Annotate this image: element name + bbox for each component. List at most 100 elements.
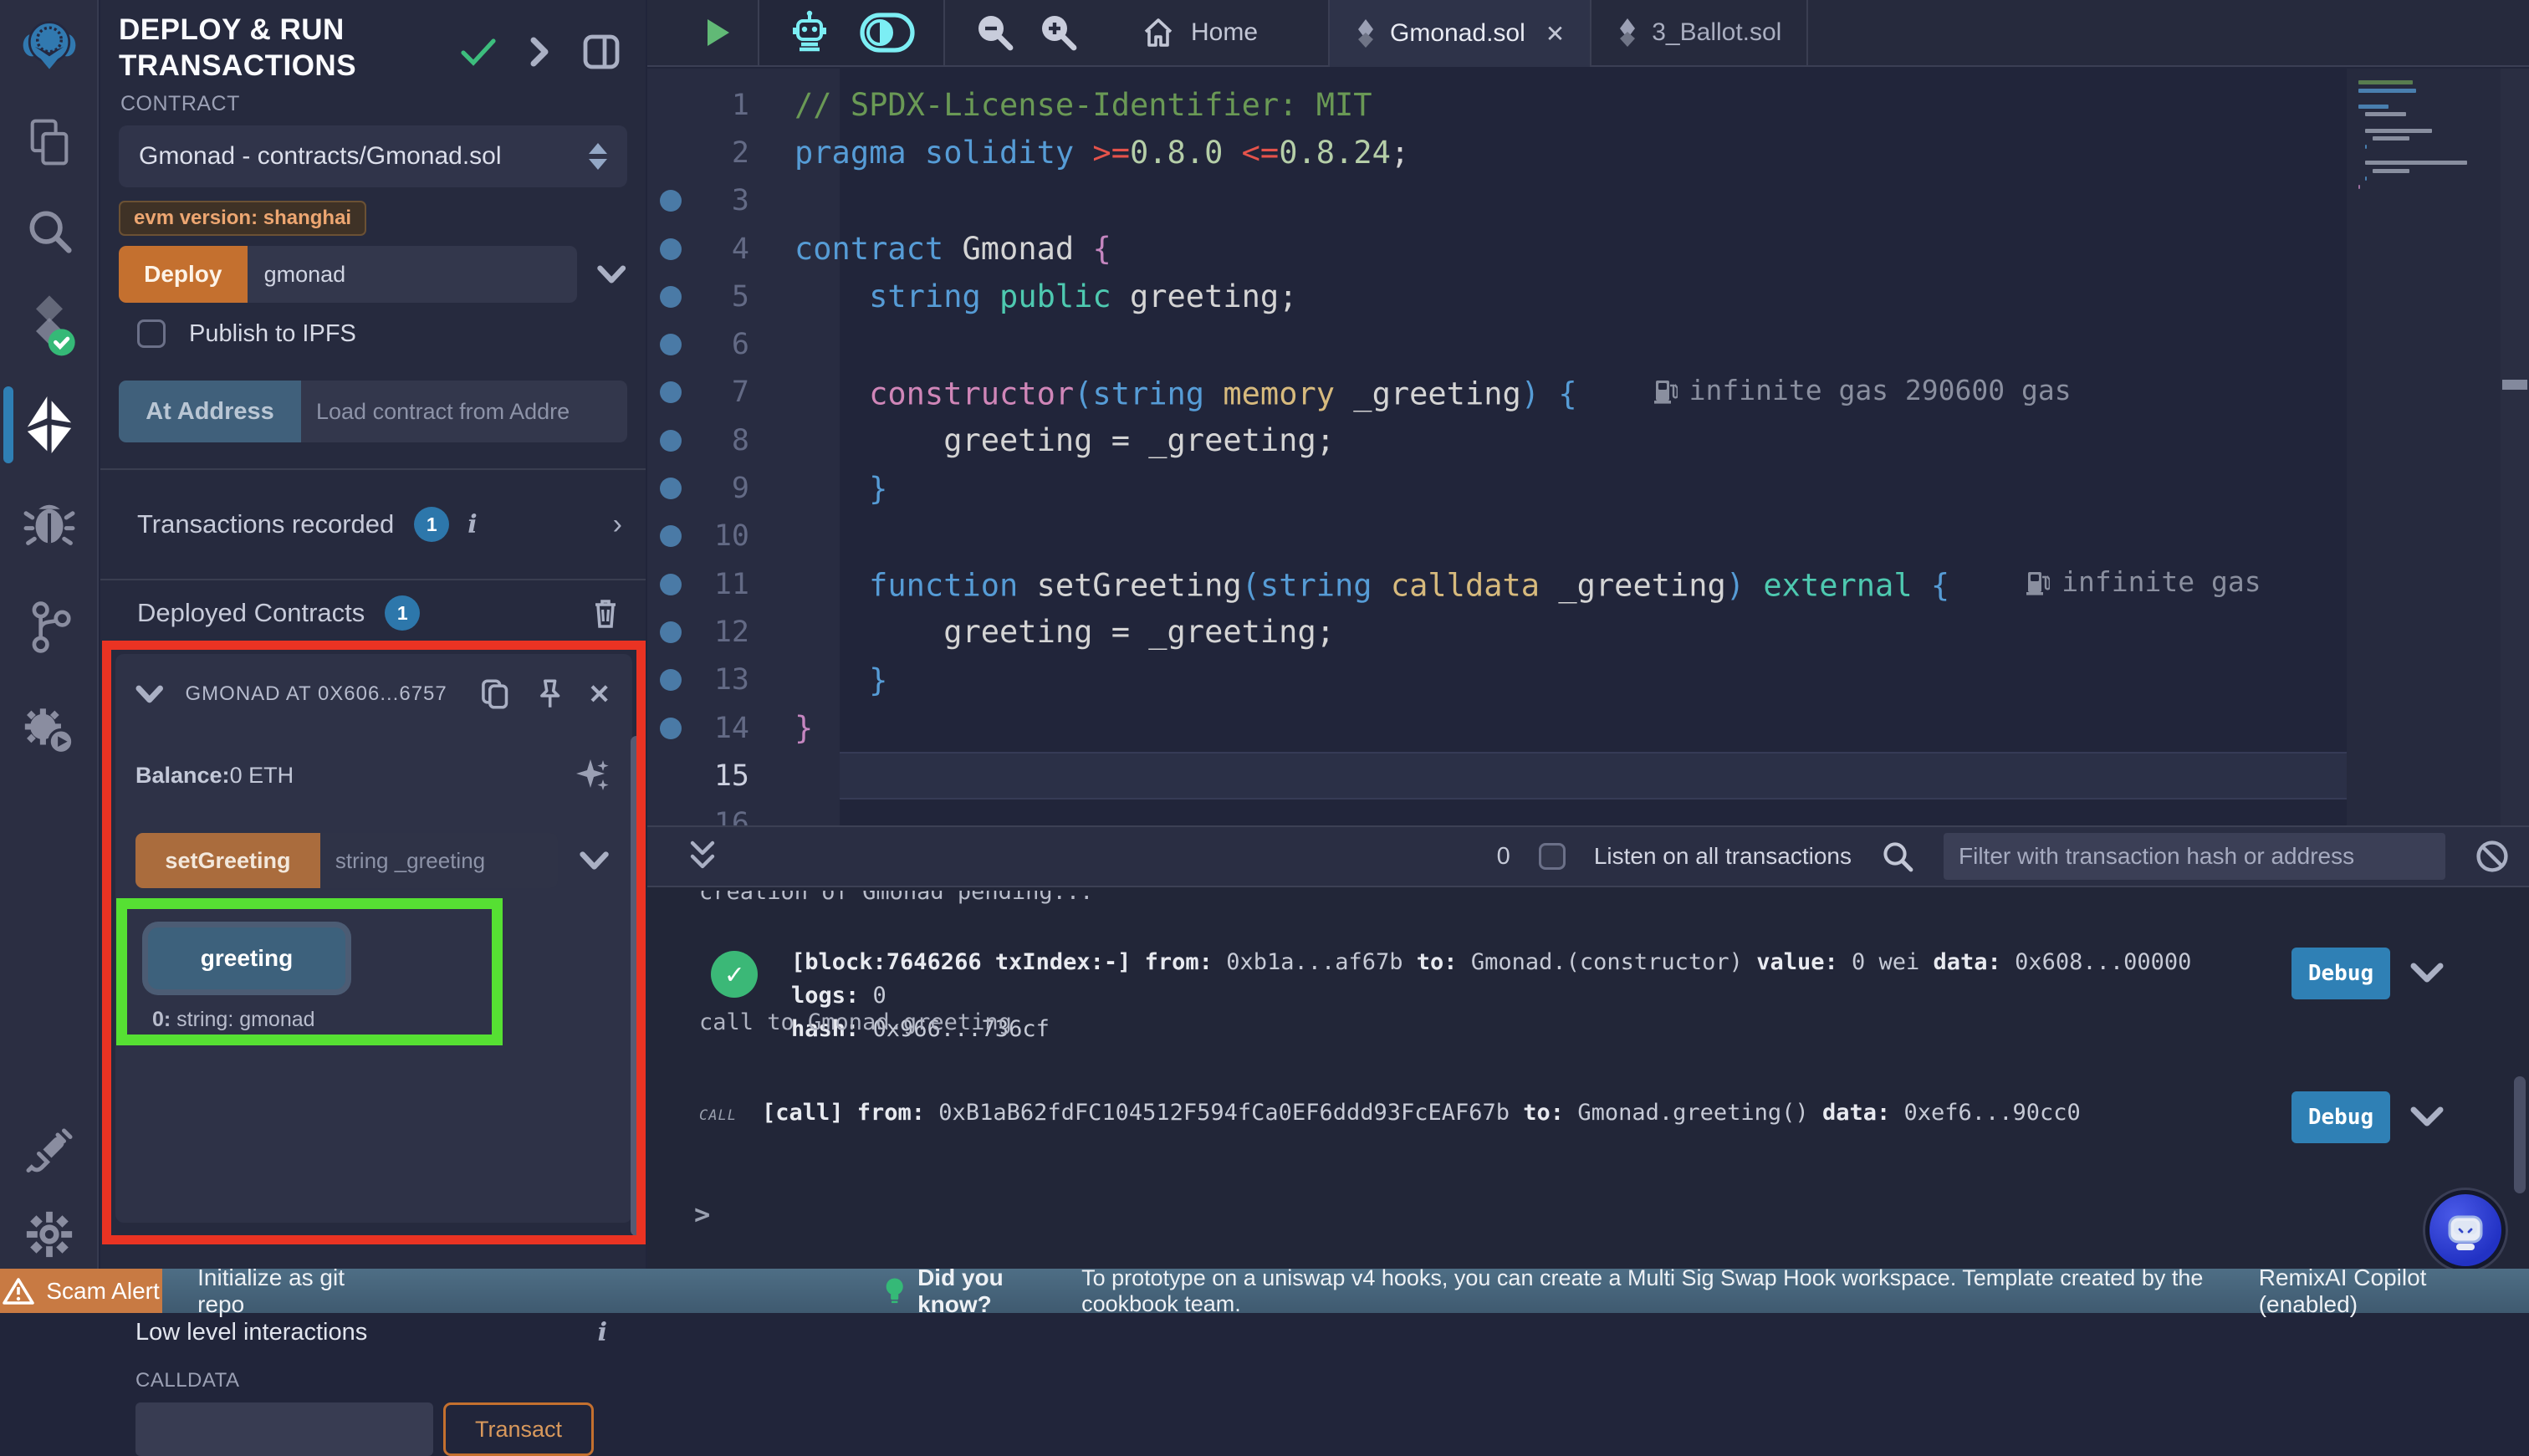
sidebar-item-file-explorer[interactable] (0, 107, 99, 177)
call-log-entry: CALL [call] from: 0xB1aB62fdFC104512F594… (699, 1096, 2081, 1130)
tab-gmonad-sol[interactable]: Gmonad.sol ✕ (1328, 0, 1591, 67)
close-tab-icon[interactable]: ✕ (1546, 20, 1565, 48)
gutter-dot-icon[interactable] (660, 190, 682, 212)
terminal-toolbar: 0 Listen on all transactions (647, 825, 2529, 887)
sidebar-item-plugin-connector[interactable] (0, 1114, 99, 1189)
gutter-dot-icon[interactable] (660, 478, 682, 499)
expand-log-chevron-icon[interactable] (2409, 961, 2445, 984)
code-line: 12 greeting = _greeting; (647, 608, 2529, 656)
git-branch-icon (23, 598, 75, 656)
low-level-info-icon[interactable]: i (598, 1318, 607, 1347)
editor-tab-bar: Home Gmonad.sol ✕ 3_Ballot.sol (647, 0, 2529, 67)
theme-toggle-icon[interactable] (860, 13, 915, 53)
gutter-dot-icon[interactable] (660, 718, 682, 739)
sidebar-item-settings[interactable] (0, 1198, 99, 1271)
gutter-dot-icon[interactable] (660, 238, 682, 260)
greeting-button[interactable]: greeting (148, 927, 345, 989)
transaction-filter-input[interactable] (1944, 833, 2445, 880)
terminal-search-icon[interactable] (1880, 839, 1915, 874)
publish-ipfs-label: Publish to IPFS (189, 320, 356, 348)
active-plugin-indicator (3, 386, 13, 463)
code-line: 8 greeting = _greeting; (647, 416, 2529, 464)
gutter-dot-icon[interactable] (660, 381, 682, 403)
sidebar-item-search[interactable] (0, 196, 99, 266)
publish-ipfs-checkbox[interactable] (137, 319, 166, 348)
transactions-info-icon[interactable]: i (467, 510, 477, 539)
call-tag: CALL (699, 1107, 737, 1124)
tab-ballot-sol[interactable]: 3_Ballot.sol (1591, 0, 1808, 65)
ai-assistant-robot-icon[interactable] (788, 9, 831, 56)
deployed-contracts-count-badge: 1 (385, 595, 420, 631)
clear-deployed-trash-icon[interactable] (589, 595, 622, 631)
editor-minimap[interactable] (2358, 80, 2492, 217)
gutter-dot-icon[interactable] (660, 286, 682, 308)
zoom-in-icon[interactable] (1037, 11, 1079, 54)
remix-logo[interactable] (0, 13, 99, 80)
deploy-constructor-input[interactable] (248, 246, 577, 303)
contract-select[interactable]: Gmonad - contracts/Gmonad.sol (119, 125, 627, 187)
debug-button[interactable]: Debug (2291, 1091, 2390, 1143)
sidebar-item-plugin-manager[interactable] (0, 692, 99, 769)
collapse-panel-chevron-icon[interactable] (529, 35, 550, 69)
gutter-dot-icon[interactable] (660, 621, 682, 643)
terminal: 0 Listen on all transactions creation of… (647, 825, 2529, 1269)
code-line: 2pragma solidity >=0.8.0 <=0.8.24; (647, 129, 2529, 176)
call-note: call to Gmonad.greeting (699, 1009, 1012, 1035)
solidity-compiler-icon (22, 291, 77, 358)
line-number: 4 (694, 232, 794, 266)
gutter-dot-icon[interactable] (660, 669, 682, 691)
at-address-button[interactable]: At Address (119, 381, 301, 442)
line-number: 16 (694, 807, 794, 825)
did-you-know-tip: Did you know? To prototype on a uniswap … (883, 1264, 2259, 1318)
remix-ai-assistant-button[interactable] (2425, 1190, 2506, 1270)
code-editor[interactable]: 1// SPDX-License-Identifier: MIT2pragma … (647, 69, 2529, 825)
gear-icon (23, 1208, 75, 1260)
calldata-label: CALLDATA (115, 1347, 632, 1392)
copilot-status[interactable]: RemixAI Copilot (enabled) (2259, 1264, 2509, 1318)
code-line: 9 } (647, 464, 2529, 512)
sidebar-item-git[interactable] (0, 589, 99, 666)
scam-alert-button[interactable]: Scam Alert (0, 1269, 162, 1313)
transactions-recorded-label: Transactions recorded (137, 509, 394, 539)
zoom-out-icon[interactable] (973, 11, 1015, 54)
listen-all-checkbox[interactable] (1539, 843, 1566, 870)
collapse-terminal-icon[interactable] (687, 838, 718, 875)
transactions-expand-chevron-icon[interactable]: › (613, 508, 622, 541)
clear-console-ban-icon[interactable] (2474, 838, 2511, 875)
sidebar-item-solidity-compiler[interactable] (0, 284, 99, 365)
deploy-button[interactable]: Deploy (119, 246, 248, 303)
pin-panel-icon[interactable] (582, 33, 621, 70)
terminal-listen-count: 0 (1497, 843, 1510, 871)
annotation-green-box: greeting 0: string: gmonad (116, 898, 503, 1045)
git-init-button[interactable]: Initialize as git repo (197, 1264, 381, 1318)
low-level-interactions-label: Low level interactions (135, 1319, 367, 1346)
deploy-expand-chevron-icon[interactable] (595, 263, 627, 286)
line-number: 15 (694, 759, 794, 793)
line-number: 14 (694, 712, 794, 745)
sidebar-item-deploy-run[interactable] (0, 386, 99, 463)
at-address-input[interactable] (301, 381, 627, 442)
gutter-dot-icon[interactable] (660, 574, 682, 595)
line-number: 1 (694, 89, 794, 122)
solidity-file-icon (1617, 17, 1638, 49)
expand-log-chevron-icon[interactable] (2409, 1105, 2445, 1128)
code-line: 5 string public greeting; (647, 273, 2529, 320)
debug-button[interactable]: Debug (2291, 948, 2390, 999)
terminal-scrollbar[interactable] (2514, 1076, 2526, 1193)
panel-title: DEPLOY & RUN TRANSACTIONS (119, 12, 478, 84)
code-line: 4contract Gmonad { (647, 225, 2529, 273)
terminal-prompt[interactable]: > (694, 1198, 710, 1230)
sidebar-item-debugger[interactable] (0, 483, 99, 560)
editor-scrollbar[interactable] (2501, 69, 2529, 825)
calldata-input[interactable] (135, 1402, 433, 1456)
gutter-dot-icon[interactable] (660, 525, 682, 547)
run-script-play-icon[interactable] (702, 16, 733, 49)
pending-log-line: creation of Gmonad pending... (699, 891, 1093, 905)
line-number: 3 (694, 184, 794, 217)
gutter-dot-icon[interactable] (660, 334, 682, 355)
home-tab[interactable]: Home (1107, 0, 1291, 65)
code-line: 13 } (647, 656, 2529, 704)
transact-button[interactable]: Transact (443, 1402, 594, 1456)
code-line: 3 (647, 177, 2529, 225)
gutter-dot-icon[interactable] (660, 430, 682, 452)
